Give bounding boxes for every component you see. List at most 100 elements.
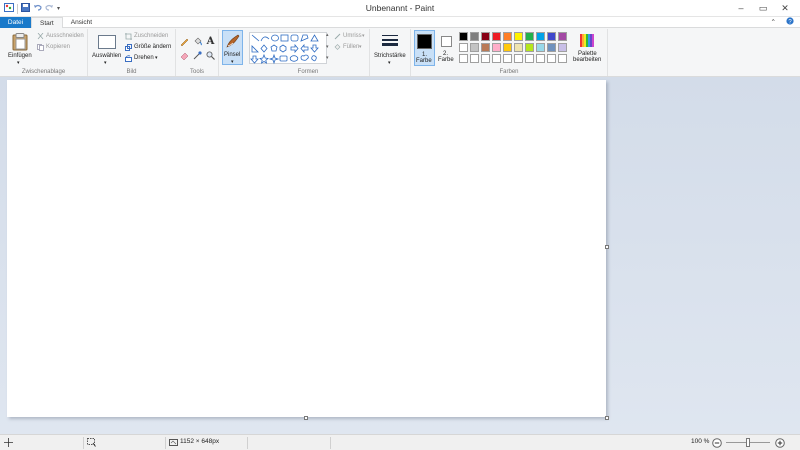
palette-swatch[interactable] <box>536 32 545 41</box>
color1-button[interactable]: 1. Farbe <box>414 30 435 66</box>
palette-swatch[interactable] <box>547 32 556 41</box>
palette-swatch[interactable] <box>536 54 545 63</box>
window-controls: – ▭ ✕ <box>730 0 796 16</box>
close-button[interactable]: ✕ <box>774 0 796 16</box>
color-picker-icon[interactable] <box>193 51 202 60</box>
fill-icon[interactable] <box>334 44 341 51</box>
edit-colors-icon[interactable] <box>579 33 595 48</box>
palette-swatch[interactable] <box>558 32 567 41</box>
select-button[interactable]: Auswählen <box>92 53 121 59</box>
palette-swatch[interactable] <box>514 43 523 52</box>
zoom-slider-thumb[interactable] <box>746 438 750 447</box>
palette-swatch[interactable] <box>492 54 501 63</box>
clipboard-group-label: Zwischenablage <box>21 69 66 75</box>
color2-button[interactable]: 2. Farbe <box>437 30 456 66</box>
text-tool-icon[interactable]: A <box>206 36 215 47</box>
outline-dropdown-icon[interactable]: ▾ <box>362 33 365 39</box>
palette-swatch[interactable] <box>525 54 534 63</box>
outline-button[interactable]: Umriss <box>343 33 362 39</box>
palette-swatch[interactable] <box>459 54 468 63</box>
colors-group-label: Farben <box>499 69 519 75</box>
palette-swatch[interactable] <box>470 32 479 41</box>
edit-colors-label-2[interactable]: bearbeiten <box>573 57 601 63</box>
palette-swatch[interactable] <box>514 54 523 63</box>
palette-swatch[interactable] <box>525 32 534 41</box>
shapes-group-label: Formen <box>297 69 319 75</box>
fill-bucket-icon[interactable] <box>193 37 202 46</box>
maximize-button[interactable]: ▭ <box>752 0 774 16</box>
copy-icon[interactable] <box>37 44 44 51</box>
image-size-icon <box>169 438 178 447</box>
crop-icon[interactable] <box>125 33 132 40</box>
palette-swatch[interactable] <box>525 43 534 52</box>
palette-swatch[interactable] <box>492 43 501 52</box>
palette-swatch[interactable] <box>492 32 501 41</box>
shapes-gallery-icons <box>250 34 319 65</box>
rotate-icon[interactable] <box>125 55 132 62</box>
line-width-dropdown-icon[interactable]: ▾ <box>388 60 391 66</box>
image-group: Auswählen ▾ Zuschneiden Größe ändern Dre… <box>88 29 176 76</box>
palette-swatch[interactable] <box>558 43 567 52</box>
brushes-dropdown-icon: ▾ <box>231 59 234 65</box>
brushes-group: Pinsel ▾ <box>219 29 247 76</box>
fill-button[interactable]: Füllen <box>343 44 359 50</box>
palette-swatch[interactable] <box>547 54 556 63</box>
pencil-icon[interactable] <box>180 37 189 46</box>
minimize-button[interactable]: – <box>730 0 752 16</box>
paste-dropdown-icon[interactable]: ▾ <box>17 60 20 66</box>
rotate-button[interactable]: Drehen <box>134 55 154 61</box>
palette-swatch[interactable] <box>481 54 490 63</box>
selection-size-icon <box>87 438 96 447</box>
shapes-gallery[interactable] <box>249 32 327 65</box>
color2-swatch <box>441 36 452 47</box>
shapes-scroll-down-icon[interactable]: ▾ <box>326 44 329 50</box>
shapes-more-icon[interactable]: ▾ <box>326 55 329 61</box>
palette-swatch[interactable] <box>503 43 512 52</box>
rotate-dropdown-icon[interactable]: ▾ <box>155 55 158 61</box>
palette-swatch[interactable] <box>547 43 556 52</box>
crop-button[interactable]: Zuschneiden <box>134 33 168 39</box>
zoom-out-button[interactable] <box>712 438 722 448</box>
paste-icon[interactable] <box>11 33 29 51</box>
resize-handle-corner[interactable] <box>605 416 609 420</box>
line-width-button[interactable]: Strichstärke <box>374 53 406 59</box>
brushes-button[interactable]: Pinsel ▾ <box>222 30 243 65</box>
eraser-icon[interactable] <box>180 51 189 60</box>
palette-swatch[interactable] <box>514 32 523 41</box>
line-width-icon[interactable] <box>381 33 399 49</box>
resize-handle-right[interactable] <box>605 245 609 249</box>
palette-swatch[interactable] <box>481 32 490 41</box>
select-dropdown-icon[interactable]: ▾ <box>104 60 107 66</box>
palette-swatch[interactable] <box>558 54 567 63</box>
resize-button[interactable]: Größe ändern <box>134 44 171 50</box>
drawing-canvas[interactable] <box>7 80 606 417</box>
resize-icon[interactable] <box>125 44 132 51</box>
palette-swatch[interactable] <box>481 43 490 52</box>
shapes-group: ▴ ▾ ▾ Umriss ▾ Füllen ▾ Formen <box>247 29 370 76</box>
ribbon-collapse-icon[interactable]: ⌃ <box>767 17 780 28</box>
palette-swatch[interactable] <box>470 54 479 63</box>
cut-icon[interactable] <box>37 33 44 40</box>
tab-file[interactable]: Datei <box>0 17 31 28</box>
brushes-label: Pinsel <box>224 52 241 58</box>
copy-button[interactable]: Kopieren <box>46 44 70 50</box>
paste-button[interactable]: Einfügen <box>8 53 32 59</box>
palette-swatch[interactable] <box>470 43 479 52</box>
shapes-scroll-up-icon[interactable]: ▴ <box>326 32 329 38</box>
select-icon[interactable] <box>98 34 116 50</box>
palette-swatch[interactable] <box>503 32 512 41</box>
magnifier-icon[interactable] <box>206 51 215 60</box>
cut-button[interactable]: Ausschneiden <box>46 33 84 39</box>
tab-view[interactable]: Ansicht <box>63 17 100 28</box>
fill-dropdown-icon[interactable]: ▾ <box>359 44 362 50</box>
palette-swatch[interactable] <box>459 43 468 52</box>
resize-handle-bottom[interactable] <box>304 416 308 420</box>
image-size-text: 1152 × 648px <box>180 438 220 445</box>
palette-swatch[interactable] <box>503 54 512 63</box>
help-icon[interactable]: ? <box>780 17 800 28</box>
outline-icon[interactable] <box>334 33 341 40</box>
palette-swatch[interactable] <box>459 32 468 41</box>
palette-swatch[interactable] <box>536 43 545 52</box>
brush-icon <box>225 33 241 49</box>
zoom-in-button[interactable] <box>775 438 785 448</box>
